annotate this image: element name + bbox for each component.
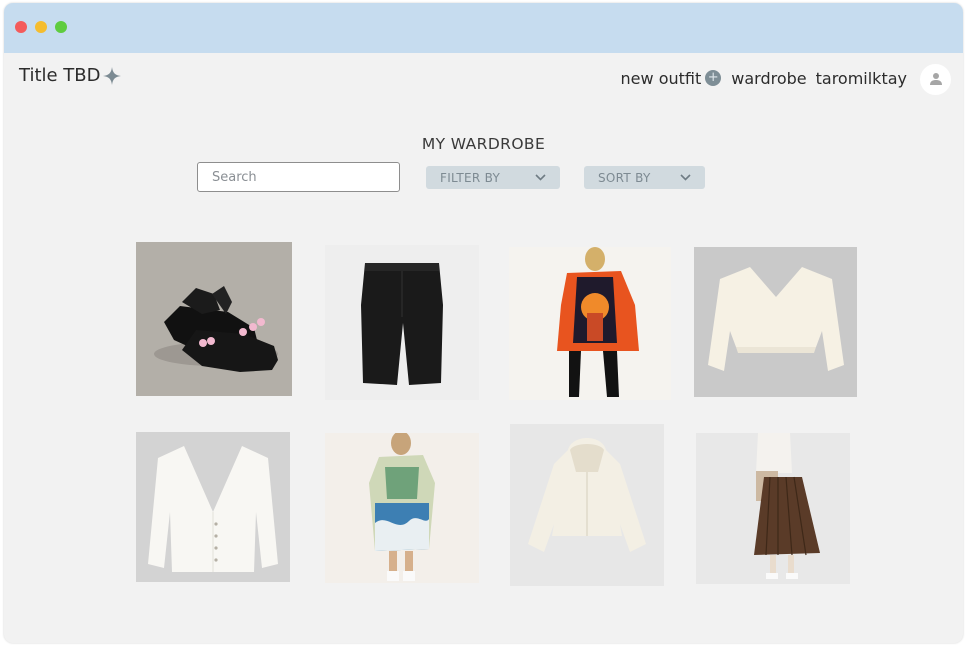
app-window: Title TBD new outfit + wardrobe taromilk… bbox=[4, 3, 963, 643]
chevron-down-icon bbox=[535, 174, 546, 181]
minimize-window-button[interactable] bbox=[35, 21, 47, 33]
avatar[interactable] bbox=[920, 63, 951, 95]
filter-label: FILTER BY bbox=[440, 170, 501, 185]
wardrobe-item-sweater[interactable] bbox=[694, 247, 857, 397]
wardrobe-item-black-pants[interactable] bbox=[325, 245, 479, 400]
chevron-down-icon bbox=[680, 174, 691, 181]
sparkle-icon bbox=[102, 66, 121, 85]
wardrobe-item-cropped-hoodie[interactable] bbox=[510, 424, 664, 586]
user-icon bbox=[929, 73, 942, 85]
wardrobe-item-wave-dress[interactable] bbox=[325, 433, 479, 583]
wave-dress-image bbox=[325, 433, 479, 583]
add-outfit-icon[interactable]: + bbox=[705, 70, 722, 86]
brand-title: Title TBD bbox=[19, 65, 101, 86]
brand-logo[interactable]: Title TBD bbox=[19, 65, 122, 86]
wardrobe-link[interactable]: wardrobe bbox=[731, 69, 806, 88]
close-window-button[interactable] bbox=[15, 21, 27, 33]
black-pants-image bbox=[325, 245, 479, 400]
pleated-skirt-image bbox=[696, 433, 850, 584]
sort-label: SORT BY bbox=[598, 170, 651, 185]
cropped-hoodie-image bbox=[510, 424, 664, 586]
cardigan-image bbox=[136, 432, 290, 582]
window-titlebar bbox=[4, 3, 963, 53]
wardrobe-item-pleated-skirt[interactable] bbox=[696, 433, 850, 584]
top-nav: new outfit + wardrobe taromilktay bbox=[621, 63, 963, 95]
wardrobe-item-cardigan[interactable] bbox=[136, 432, 290, 582]
printed-shirt-image bbox=[509, 247, 671, 400]
search-input[interactable] bbox=[197, 162, 400, 192]
sort-dropdown[interactable]: SORT BY bbox=[584, 166, 705, 189]
new-outfit-link[interactable]: new outfit bbox=[621, 69, 702, 88]
username-link[interactable]: taromilktay bbox=[816, 69, 907, 88]
sweater-image bbox=[694, 247, 857, 397]
filter-dropdown[interactable]: FILTER BY bbox=[426, 166, 560, 189]
sandals-image bbox=[136, 242, 292, 396]
wardrobe-item-sandals[interactable] bbox=[136, 242, 292, 396]
page-title: MY WARDROBE bbox=[421, 135, 546, 153]
zoom-window-button[interactable] bbox=[55, 21, 67, 33]
wardrobe-item-printed-shirt[interactable] bbox=[509, 247, 671, 400]
